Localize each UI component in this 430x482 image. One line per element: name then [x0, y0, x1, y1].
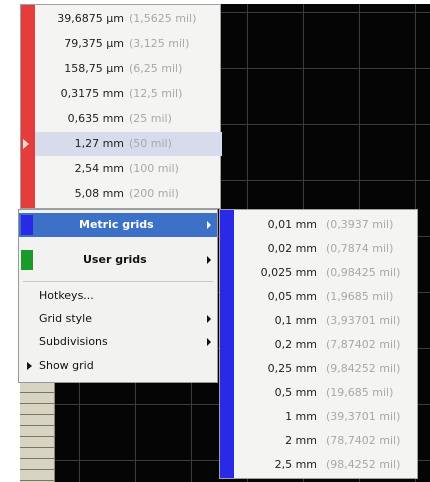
menu-item-user-grids[interactable]: User grids — [19, 248, 217, 272]
vertical-ruler — [20, 382, 55, 482]
grid-size-menu: 39,6875 µm (1,5625 mil) 79,375 µm (3,125… — [20, 4, 222, 209]
submenu-arrow-icon — [207, 256, 211, 264]
submenu-arrow-icon — [207, 315, 211, 323]
metric-grid-value: 0,025 mm — [260, 266, 317, 279]
grid-size-item-selected[interactable]: 1,27 mm (50 mil) — [35, 132, 222, 156]
metric-grid-mil: (39,3701 mil) — [326, 410, 401, 423]
submenu-arrow-icon — [207, 338, 211, 346]
grid-size-item[interactable]: 0,3175 mm (12,5 mil) — [35, 82, 222, 106]
menu-item-subdivisions[interactable]: Subdivisions — [19, 330, 217, 354]
menu-item-show-grid[interactable]: Show grid — [19, 354, 217, 378]
menu-separator — [23, 281, 213, 282]
metric-grid-item[interactable]: 2,5 mm (98,4252 mil) — [234, 453, 417, 477]
menu-item-metric-grids[interactable]: Metric grids — [19, 213, 217, 237]
grid-size-value: 158,75 µm — [64, 62, 124, 75]
grid-size-value: 5,08 mm — [74, 187, 124, 200]
metric-grid-value: 0,5 mm — [274, 386, 317, 399]
menu-item-grid-style[interactable]: Grid style — [19, 307, 217, 331]
grid-size-value: 39,6875 µm — [57, 12, 124, 25]
grid-size-item[interactable]: 0,635 mm (25 mil) — [35, 107, 222, 131]
metric-color-bar — [220, 210, 234, 478]
metric-grid-item[interactable]: 0,2 mm (7,87402 mil) — [234, 333, 417, 357]
metric-grid-value: 1 mm — [285, 410, 317, 423]
grid-size-item[interactable]: 5,08 mm (200 mil) — [35, 182, 222, 206]
current-grid-marker-icon — [23, 139, 29, 149]
metric-grids-swatch — [21, 215, 33, 235]
submenu-arrow-icon — [207, 221, 211, 229]
metric-grid-value: 2 mm — [285, 434, 317, 447]
metric-grid-mil: (3,93701 mil) — [326, 314, 401, 327]
grid-size-item[interactable]: 39,6875 µm (1,5625 mil) — [35, 7, 222, 31]
user-grids-swatch — [21, 250, 33, 270]
metric-grid-mil: (1,9685 mil) — [326, 290, 394, 303]
grid-size-mil: (3,125 mil) — [129, 37, 190, 50]
grid-size-mil: (200 mil) — [129, 187, 179, 200]
metric-grid-mil: (9,84252 mil) — [326, 362, 401, 375]
metric-grid-item[interactable]: 0,05 mm (1,9685 mil) — [234, 285, 417, 309]
grid-size-item[interactable]: 158,75 µm (6,25 mil) — [35, 57, 222, 81]
menu-item-hotkeys[interactable]: Hotkeys... — [19, 284, 217, 308]
checked-indicator-icon — [27, 362, 32, 370]
grid-size-value: 2,54 mm — [74, 162, 124, 175]
grid-size-mil: (1,5625 mil) — [129, 12, 197, 25]
metric-grid-item[interactable]: 0,1 mm (3,93701 mil) — [234, 309, 417, 333]
metric-grid-item[interactable]: 2 mm (78,7402 mil) — [234, 429, 417, 453]
grid-size-value: 1,27 mm — [74, 137, 124, 150]
metric-grid-value: 0,1 mm — [274, 314, 317, 327]
grid-size-color-bar — [21, 5, 35, 208]
metric-grid-mil: (19,685 mil) — [326, 386, 394, 399]
metric-grid-item[interactable]: 0,25 mm (9,84252 mil) — [234, 357, 417, 381]
grid-size-mil: (50 mil) — [129, 137, 172, 150]
metric-grid-value: 0,2 mm — [274, 338, 317, 351]
menu-item-label: Metric grids — [79, 218, 154, 231]
metric-grid-value: 0,25 mm — [267, 362, 317, 375]
grid-size-mil: (25 mil) — [129, 112, 172, 125]
metric-grid-mil: (0,3937 mil) — [326, 218, 394, 231]
metric-grid-mil: (78,7402 mil) — [326, 434, 401, 447]
menu-item-label: Subdivisions — [39, 335, 108, 348]
metric-grid-value: 0,02 mm — [267, 242, 317, 255]
metric-grid-value: 2,5 mm — [274, 458, 317, 471]
grid-size-item[interactable]: 2,54 mm (100 mil) — [35, 157, 222, 181]
metric-grid-item[interactable]: 0,025 mm (0,98425 mil) — [234, 261, 417, 285]
metric-grid-mil: (98,4252 mil) — [326, 458, 401, 471]
metric-grid-mil: (0,98425 mil) — [326, 266, 401, 279]
metric-grid-item[interactable]: 0,02 mm (0,7874 mil) — [234, 237, 417, 261]
metric-grid-value: 0,01 mm — [267, 218, 317, 231]
metric-grid-item[interactable]: 0,01 mm (0,3937 mil) — [234, 213, 417, 237]
menu-item-label: Hotkeys... — [39, 289, 94, 302]
grid-size-mil: (100 mil) — [129, 162, 179, 175]
metric-grid-value: 0,05 mm — [267, 290, 317, 303]
grid-size-item[interactable]: 79,375 µm (3,125 mil) — [35, 32, 222, 56]
metric-grid-mil: (7,87402 mil) — [326, 338, 401, 351]
metric-grids-submenu: 0,01 mm (0,3937 mil) 0,02 mm (0,7874 mil… — [219, 209, 418, 479]
grid-size-value: 0,3175 mm — [60, 87, 124, 100]
grid-size-mil: (12,5 mil) — [129, 87, 183, 100]
menu-item-label: Show grid — [39, 359, 94, 372]
grid-size-mil: (6,25 mil) — [129, 62, 183, 75]
menu-item-label: Grid style — [39, 312, 92, 325]
pcb-editor-view: 39,6875 µm (1,5625 mil) 79,375 µm (3,125… — [0, 0, 430, 482]
grid-size-value: 79,375 µm — [64, 37, 124, 50]
grid-context-menu: Metric grids User grids Hotkeys... Grid … — [18, 209, 218, 383]
grid-size-value: 0,635 mm — [67, 112, 124, 125]
menu-item-label: User grids — [83, 253, 147, 266]
metric-grid-item[interactable]: 1 mm (39,3701 mil) — [234, 405, 417, 429]
metric-grid-mil: (0,7874 mil) — [326, 242, 394, 255]
metric-grid-item[interactable]: 0,5 mm (19,685 mil) — [234, 381, 417, 405]
